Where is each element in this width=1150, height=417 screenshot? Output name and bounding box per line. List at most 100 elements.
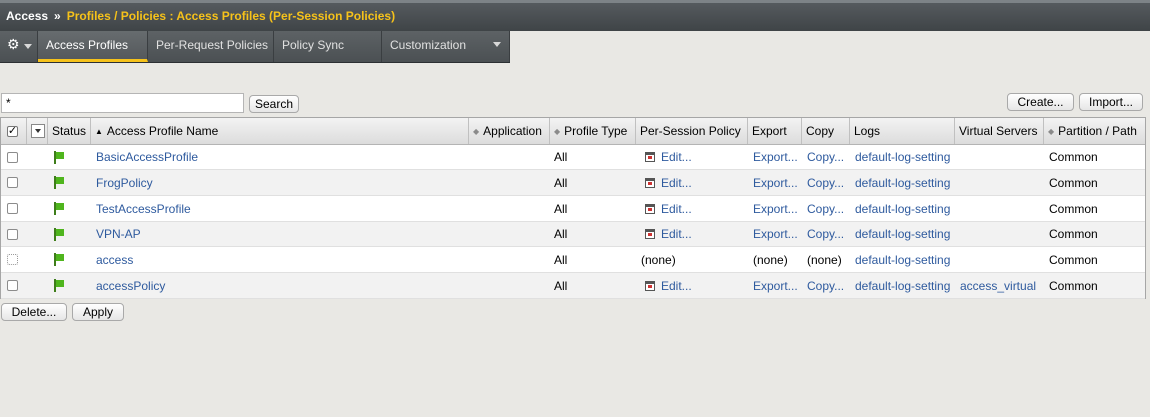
table-row: access All (none) (none) (none) default-log-s…	[1, 247, 1145, 273]
partition-cell: Common	[1049, 201, 1098, 216]
chevron-down-icon	[31, 124, 45, 138]
profile-type-cell: All	[554, 252, 568, 267]
import-button[interactable]: Import...	[1079, 93, 1143, 111]
table-row: VPN-AP All Edit... Export... Copy... default-…	[1, 222, 1145, 247]
edit-policy-link[interactable]: Edit...	[645, 273, 692, 298]
row-checkbox[interactable]	[7, 196, 21, 221]
column-status[interactable]: Status	[48, 118, 91, 144]
tab-access-profiles[interactable]: Access Profiles	[38, 31, 148, 62]
copy-link[interactable]: Copy...	[807, 196, 844, 221]
tab-policy-sync[interactable]: Policy Sync	[274, 31, 382, 62]
table-header: ✓ Status ▲ Access Profile Name ◆ Applicati…	[1, 118, 1145, 145]
gear-icon: ⚙	[7, 36, 20, 52]
breadcrumb-current: Profiles / Policies : Access Profiles (P…	[66, 9, 396, 23]
column-export: Export	[748, 118, 802, 144]
column-per-session-policy: Per-Session Policy	[636, 118, 748, 144]
row-checkbox[interactable]	[7, 222, 21, 246]
column-profile-type[interactable]: ◆ Profile Type	[550, 118, 636, 144]
row-checkbox	[7, 247, 21, 272]
export-link: (none)	[753, 252, 788, 267]
partition-cell: Common	[1049, 150, 1098, 164]
select-all-checkbox[interactable]: ✓	[1, 118, 27, 144]
edit-policy-link[interactable]: Edit...	[645, 222, 692, 246]
status-flag-icon	[53, 145, 73, 169]
log-setting-link[interactable]: default-log-setting	[855, 222, 950, 246]
policy-editor-icon	[645, 152, 655, 162]
status-flag-icon	[53, 170, 73, 195]
row-checkbox[interactable]	[7, 170, 21, 195]
status-flag-icon	[53, 273, 73, 298]
log-setting-link[interactable]: default-log-setting	[855, 273, 950, 298]
profile-name-link[interactable]: BasicAccessProfile	[96, 145, 198, 169]
profile-type-cell: All	[554, 175, 568, 190]
sort-icon: ◆	[1048, 126, 1055, 136]
tab-bar: ⚙ Access Profiles Per-Request Policies P…	[0, 31, 510, 63]
row-checkbox[interactable]	[7, 145, 21, 169]
log-setting-link[interactable]: default-log-setting	[855, 247, 950, 272]
column-name[interactable]: ▲ Access Profile Name	[91, 118, 469, 144]
profile-name-link[interactable]: FrogPolicy	[96, 170, 153, 195]
access-profiles-table: ✓ Status ▲ Access Profile Name ◆ Applicati…	[0, 117, 1146, 299]
table-row: TestAccessProfile All Edit... Export... Copy…	[1, 196, 1145, 222]
selection-menu-button[interactable]	[27, 118, 48, 144]
partition-cell: Common	[1049, 252, 1098, 267]
copy-link: (none)	[807, 252, 842, 267]
policy-editor-icon	[645, 229, 655, 239]
table-row: BasicAccessProfile All Edit... Export... Cop…	[1, 145, 1145, 170]
edit-policy-link[interactable]: Edit...	[645, 170, 692, 195]
search-button[interactable]: Search	[249, 95, 299, 113]
edit-policy-link[interactable]: Edit...	[645, 145, 692, 169]
log-setting-link[interactable]: default-log-setting	[855, 145, 950, 169]
breadcrumb: Access » Profiles / Policies : Access Prof…	[6, 9, 395, 23]
breadcrumb-separator: »	[54, 9, 61, 23]
breadcrumb-root[interactable]: Access	[6, 9, 48, 23]
profile-name-link[interactable]: TestAccessProfile	[96, 196, 191, 221]
top-bar: Access » Profiles / Policies : Access Prof…	[0, 0, 1150, 31]
table-row: FrogPolicy All Edit... Export... Copy... defa…	[1, 170, 1145, 196]
table-row: accessPolicy All Edit... Export... Copy... de…	[1, 273, 1145, 299]
virtual-server-link[interactable]: access_virtual	[960, 273, 1036, 298]
export-link[interactable]: Export...	[753, 196, 798, 221]
status-flag-icon	[53, 196, 73, 221]
partition-cell: Common	[1049, 227, 1098, 241]
checkmark-icon: ✓	[7, 124, 18, 137]
tab-per-request-policies[interactable]: Per-Request Policies	[148, 31, 274, 62]
column-copy: Copy	[802, 118, 850, 144]
profile-type-cell: All	[554, 278, 568, 293]
copy-link[interactable]: Copy...	[807, 170, 844, 195]
edit-policy-link[interactable]: Edit...	[645, 196, 692, 221]
policy-cell: (none)	[641, 252, 676, 267]
export-link[interactable]: Export...	[753, 170, 798, 195]
copy-link[interactable]: Copy...	[807, 273, 844, 298]
policy-editor-icon	[645, 280, 655, 291]
export-link[interactable]: Export...	[753, 145, 798, 169]
sort-icon: ◆	[554, 126, 561, 136]
copy-link[interactable]: Copy...	[807, 222, 844, 246]
status-flag-icon	[53, 247, 73, 272]
chevron-down-icon	[24, 44, 32, 49]
log-setting-link[interactable]: default-log-setting	[855, 196, 950, 221]
sort-ascending-icon: ▲	[95, 126, 103, 136]
profile-type-cell: All	[554, 150, 568, 164]
gear-menu-button[interactable]: ⚙	[0, 31, 38, 62]
log-setting-link[interactable]: default-log-setting	[855, 170, 950, 195]
export-link[interactable]: Export...	[753, 273, 798, 298]
profile-name-link[interactable]: VPN-AP	[96, 222, 141, 246]
apply-button[interactable]: Apply	[72, 303, 124, 321]
profile-name-link[interactable]: accessPolicy	[96, 273, 165, 298]
export-link[interactable]: Export...	[753, 222, 798, 246]
sort-icon: ◆	[473, 126, 480, 136]
partition-cell: Common	[1049, 278, 1098, 293]
search-input[interactable]	[1, 93, 244, 113]
chevron-down-icon	[493, 42, 501, 47]
profile-name-link[interactable]: access	[96, 247, 133, 272]
delete-button[interactable]: Delete...	[1, 303, 67, 321]
profile-type-cell: All	[554, 227, 568, 241]
tab-customization[interactable]: Customization	[382, 31, 510, 62]
row-checkbox[interactable]	[7, 273, 21, 298]
policy-editor-icon	[645, 203, 655, 214]
column-application[interactable]: ◆ Application	[469, 118, 550, 144]
create-button[interactable]: Create...	[1007, 93, 1074, 111]
copy-link[interactable]: Copy...	[807, 145, 844, 169]
column-partition[interactable]: ◆ Partition / Path	[1044, 118, 1145, 144]
